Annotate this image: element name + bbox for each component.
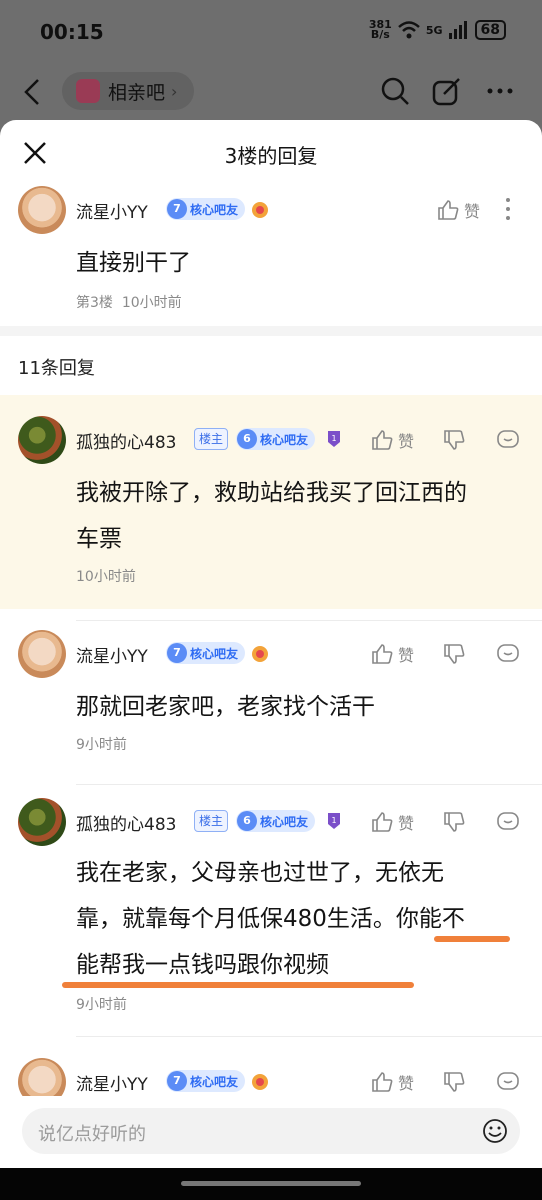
reply-count: 11条回复 <box>18 358 95 379</box>
reply-time: 9小时前 <box>76 997 127 1013</box>
battery-indicator: 68 <box>474 20 506 40</box>
comment-placeholder: 说亿点好听的 <box>38 1124 146 1145</box>
more-vert-icon[interactable] <box>504 196 512 222</box>
highlighted-text: 你能不 <box>395 906 465 932</box>
username[interactable]: 孤独的心483 <box>76 810 176 835</box>
annotation-underline <box>434 936 510 942</box>
divider <box>0 326 542 336</box>
username[interactable]: 流星小YY <box>76 198 148 223</box>
home-indicator[interactable] <box>181 1181 361 1186</box>
status-time: 00:15 <box>40 20 104 44</box>
reply-time: 10小时前 <box>76 569 136 585</box>
status-icons: 381 B/s 5G 68 <box>369 19 506 41</box>
thumb-up-icon <box>372 1072 393 1092</box>
network-type: 5G <box>425 23 443 37</box>
share-icon[interactable] <box>432 76 462 106</box>
medal-icon: 1 <box>328 431 340 447</box>
like-button[interactable]: 赞 <box>370 428 414 452</box>
divider <box>76 620 542 621</box>
post-meta: 第3楼 10小时前 <box>76 295 182 311</box>
comment-input[interactable]: 说亿点好听的 <box>22 1108 520 1154</box>
level-badge: 7 核心吧友 <box>166 1070 246 1092</box>
post-content: 直接别干了 <box>76 250 191 276</box>
svg-text:1: 1 <box>331 816 336 825</box>
forum-avatar-icon <box>76 79 100 103</box>
sheet-title: 3楼的回复 <box>224 144 318 168</box>
reply-text-line: 我被开除了，救助站给我买了回江西的 <box>76 480 467 506</box>
reply-bubble-icon[interactable] <box>496 642 520 666</box>
thumb-down-icon[interactable] <box>442 810 466 834</box>
reply-text-line: 我在老家，父母亲也过世了，无依无 <box>76 860 444 886</box>
thumb-up-icon <box>372 644 393 664</box>
like-button[interactable]: 赞 <box>370 810 414 834</box>
reply-text-line: 车票 <box>76 526 122 552</box>
search-icon[interactable] <box>380 76 410 106</box>
reply-text-line: 靠，就靠每个月低保480生活。你能不 <box>76 906 465 932</box>
reply-bubble-icon[interactable] <box>496 810 520 834</box>
like-button[interactable]: 赞 <box>436 198 480 222</box>
divider <box>76 1036 542 1037</box>
reply-text-line: 能帮我一点钱吗跟你视频 <box>76 952 329 978</box>
status-bar: 00:15 381 B/s 5G 68 <box>0 0 542 62</box>
thumb-down-icon[interactable] <box>442 642 466 666</box>
level-badge: 6 核心吧友 <box>236 428 316 450</box>
thumb-down-icon[interactable] <box>442 1070 466 1094</box>
reply-text-line: 那就回老家吧，老家找个活干 <box>76 694 375 720</box>
annotation-underline <box>62 982 414 988</box>
like-button[interactable]: 赞 <box>370 642 414 666</box>
avatar[interactable] <box>18 630 66 678</box>
system-nav-bar <box>0 1168 542 1200</box>
avatar[interactable] <box>18 186 66 234</box>
medal-icon <box>252 1074 268 1090</box>
signal-icon <box>448 21 467 39</box>
reply-bubble-icon[interactable] <box>496 1070 520 1094</box>
medal-icon: 1 <box>328 813 340 829</box>
reply-time: 9小时前 <box>76 737 127 753</box>
wifi-icon <box>397 21 420 39</box>
net-speed-unit: B/s <box>370 28 390 41</box>
forum-name: 相亲吧 <box>108 81 166 104</box>
thumb-up-icon <box>438 200 459 220</box>
reply-sheet: 3楼的回复 流星小YY 7 核心吧友 赞 直接别干了 第3楼 10小时前 11条回… <box>0 120 542 1168</box>
emoji-icon[interactable] <box>482 1118 508 1144</box>
more-icon[interactable] <box>486 86 514 96</box>
level-badge: 7 核心吧友 <box>166 198 246 220</box>
username[interactable]: 流星小YY <box>76 1070 148 1095</box>
level-badge: 7 核心吧友 <box>166 642 246 664</box>
username[interactable]: 流星小YY <box>76 642 148 667</box>
chevron-right-icon: › <box>171 81 178 101</box>
thumb-up-icon <box>372 430 393 450</box>
thumb-down-icon[interactable] <box>442 428 466 452</box>
username[interactable]: 孤独的心483 <box>76 428 176 453</box>
medal-icon <box>252 202 268 218</box>
divider <box>76 784 542 785</box>
reply-bubble-icon[interactable] <box>496 428 520 452</box>
avatar[interactable] <box>18 798 66 846</box>
owner-tag: 楼主 <box>194 810 229 832</box>
medal-icon <box>252 646 268 662</box>
forum-pill[interactable]: 相亲吧 › <box>62 72 194 110</box>
back-icon[interactable] <box>22 78 42 106</box>
thumb-up-icon <box>372 812 393 832</box>
like-button[interactable]: 赞 <box>370 1070 414 1094</box>
level-badge: 6 核心吧友 <box>236 810 316 832</box>
avatar[interactable] <box>18 416 66 464</box>
svg-text:1: 1 <box>331 434 336 443</box>
owner-tag: 楼主 <box>194 428 229 450</box>
